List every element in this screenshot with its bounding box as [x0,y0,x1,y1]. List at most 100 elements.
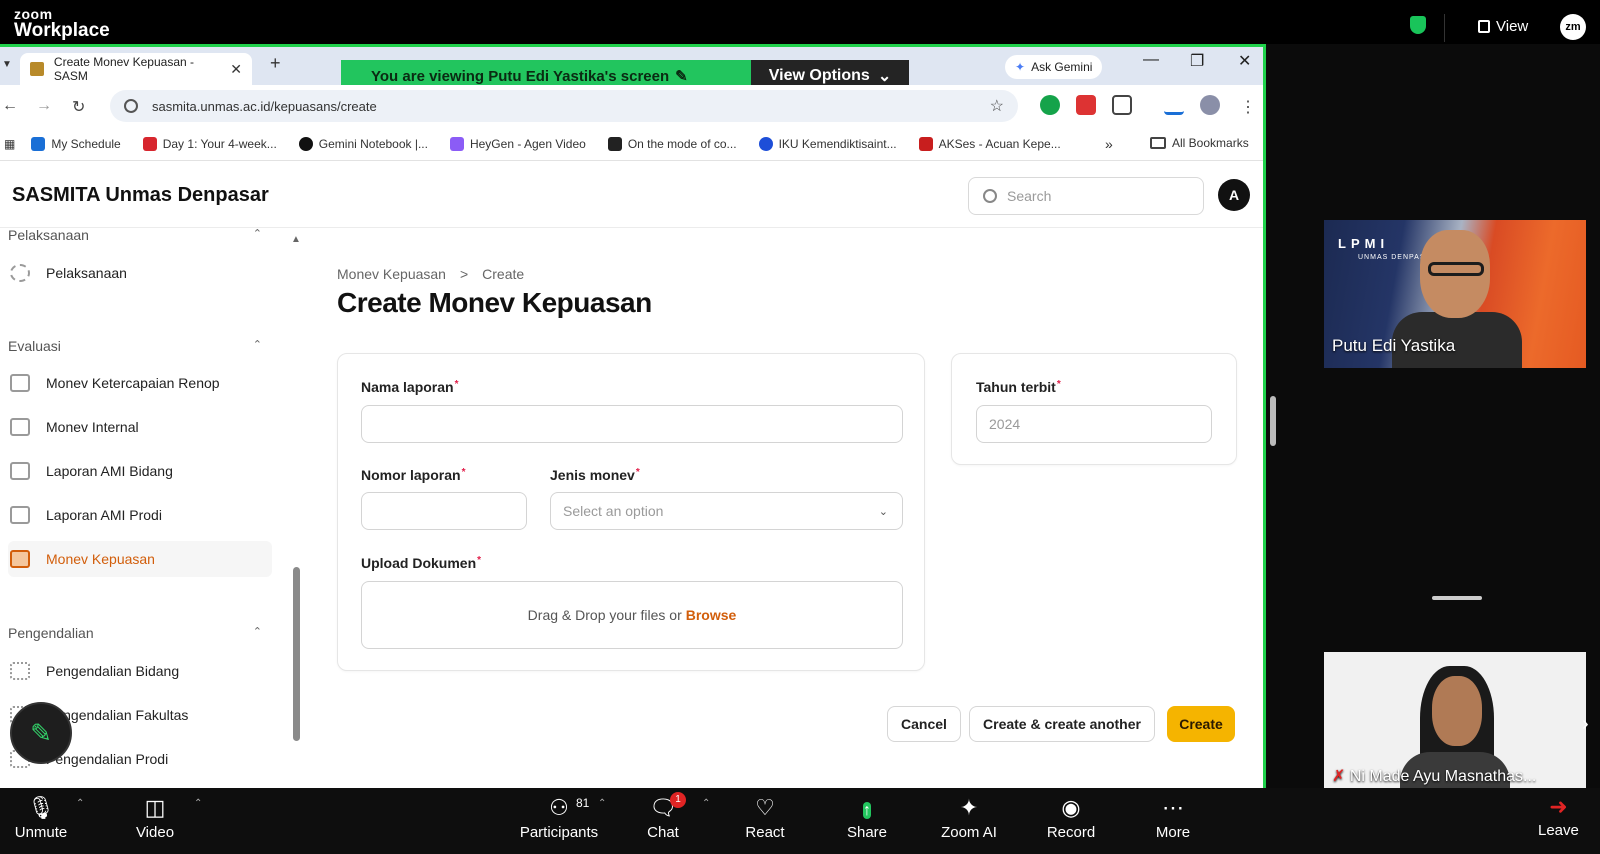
react-button[interactable]: ♡ React [720,794,810,841]
sidebar-item-pengendalian-bidang[interactable]: Pengendalian Bidang [8,653,272,689]
nama-laporan-input[interactable] [361,405,903,443]
kebab-menu-icon[interactable]: ⋮ [1240,97,1256,117]
breadcrumb-parent-link[interactable]: Monev Kepuasan [337,266,446,282]
jenis-monev-label: Jenis monev* [550,467,640,483]
participant-video-1[interactable]: LPMI UNMAS DENPASAR Putu Edi Yastika [1324,220,1586,368]
restore-icon[interactable]: ❐ [1190,51,1204,71]
grammarly-icon[interactable] [1040,95,1060,115]
view-button[interactable]: View [1478,18,1528,35]
browser-tab-active[interactable]: Create Monev Kepuasan - SASM ✕ [20,53,252,85]
participants-button[interactable]: ⚇ 81 Participants ⌃ [514,794,607,841]
progress-icon [10,264,30,282]
site-favicon-icon [30,62,44,76]
new-tab-icon[interactable]: + [270,53,281,74]
zoom-avatar[interactable]: zm [1560,14,1586,40]
more-button[interactable]: ⋯ More [1128,794,1218,841]
sidebar-item-monev-kepuasan[interactable]: Monev Kepuasan [8,541,272,577]
breadcrumb: Monev Kepuasan > Create [337,266,524,282]
minimize-icon[interactable]: — [1143,51,1159,69]
create-button[interactable]: Create [1167,706,1235,742]
sidebar-item-monev-internal[interactable]: Monev Internal [8,409,272,445]
shared-screen: ▼ Create Monev Kepuasan - SASM ✕ + ✦ Ask… [0,44,1266,796]
tahun-terbit-input[interactable]: 2024 [976,405,1212,443]
ask-gemini-button[interactable]: ✦ Ask Gemini [1005,55,1103,79]
sidebar-group-evaluasi[interactable]: Evaluasi ⌃ [8,338,262,354]
download-icon[interactable] [1164,95,1184,115]
site-info-icon[interactable] [124,99,138,113]
chevron-up-icon[interactable]: ⌃ [194,798,202,809]
more-dots-icon: ⋯ [1162,795,1184,820]
chevron-up-icon[interactable]: ⌃ [702,798,710,809]
participant-video-2[interactable]: ✗ Ni Made Ayu Masnathas... [1324,652,1586,800]
search-placeholder: Search [1007,188,1052,204]
bookmarks-bar: ▦ My Schedule Day 1: Your 4-week... Gemi… [0,127,1263,161]
more-bookmarks-icon[interactable]: » [1105,136,1113,152]
gemini-sparkle-icon: ✦ [1015,60,1026,74]
share-button[interactable]: ↑ Share [822,794,912,841]
annotate-pen-icon[interactable]: ✎ [10,702,72,764]
sidebar-scrollbar[interactable] [293,567,300,741]
apps-grid-icon[interactable]: ▦ [4,137,15,151]
puzzle-icon[interactable] [1112,95,1132,115]
building-icon [10,506,30,524]
search-input[interactable]: Search [968,177,1204,215]
bookmark-item[interactable]: My Schedule [31,136,121,151]
ai-sparkle-icon: ✦ [959,795,979,820]
file-dropzone[interactable]: Drag & Drop your files or Browse [361,581,903,649]
all-bookmarks-button[interactable]: All Bookmarks [1150,136,1249,150]
chevron-down-icon: ⌄ [877,68,892,85]
sidebar-item-monev-ketercapaian-renop[interactable]: Monev Ketercapaian Renop [8,365,272,401]
chevron-up-icon: ⌃ [252,229,262,240]
profile-icon[interactable] [1200,95,1220,115]
user-avatar[interactable]: A [1218,179,1250,211]
sidebar-group-pengendalian[interactable]: Pengendalian ⌃ [8,625,262,641]
bookmark-item[interactable]: AKSes - Acuan Kepe... [918,136,1061,151]
nomor-laporan-input[interactable] [361,492,527,530]
chat-button[interactable]: 🗨 1 Chat ⌃ [618,792,710,841]
close-tab-icon[interactable]: ✕ [230,61,242,78]
browse-link[interactable]: Browse [686,607,737,623]
bookmark-item[interactable]: IKU Kemendiktisaint... [758,136,897,151]
sidebar-item-laporan-ami-prodi[interactable]: Laporan AMI Prodi [8,497,272,533]
jenis-monev-select[interactable]: Select an option ⌄ [550,492,903,530]
document-chart-icon [10,550,30,568]
panel-resize-handle[interactable] [1432,596,1482,600]
record-button[interactable]: ◉ Record [1026,794,1116,841]
folder-icon [1150,137,1166,149]
create-another-button[interactable]: Create & create another [969,706,1155,742]
sidebar-item-pelaksanaan[interactable]: Pelaksanaan [8,255,272,291]
chevron-up-icon[interactable]: ⌃ [598,798,606,809]
bookmark-item[interactable]: Day 1: Your 4-week... [142,136,277,151]
security-shield-icon[interactable] [1410,16,1426,34]
chevron-up-icon[interactable]: ⌃ [76,798,84,809]
panel-scrollbar[interactable] [1270,396,1276,446]
sidebar-item-laporan-ami-bidang[interactable]: Laporan AMI Bidang [8,453,272,489]
back-icon[interactable]: ← [2,97,18,115]
zoom-logo-line2: Workplace [14,20,110,41]
forward-icon[interactable]: → [36,97,52,115]
cancel-button[interactable]: Cancel [887,706,961,742]
close-window-icon[interactable]: ✕ [1238,51,1251,71]
bookmark-item[interactable]: Gemini Notebook |... [298,136,428,151]
view-label: View [1496,18,1529,35]
unmute-button[interactable]: 🎙 Unmute ⌃ [0,794,86,841]
sidebar-group-pelaksanaan[interactable]: Pelaksanaan ⌃ [8,229,262,243]
video-button[interactable]: ◫ Video ⌃ [110,794,202,841]
bookmark-item[interactable]: HeyGen - Agen Video [449,136,586,151]
extension-icon[interactable] [1076,95,1096,115]
zoom-ai-button[interactable]: ✦ Zoom AI [924,794,1014,841]
bookmark-item[interactable]: On the mode of co... [607,136,737,151]
leave-button[interactable]: ➜ Leave [1538,794,1579,839]
tab-search-icon[interactable]: ▼ [2,59,12,70]
bar-chart-icon [10,418,30,436]
reload-icon[interactable]: ↻ [72,97,85,117]
bookmark-favicon-icon [298,136,313,151]
chevron-up-icon: ⌃ [252,626,262,638]
participants-icon: ⚇ [549,795,569,820]
bookmark-star-icon[interactable]: ☆ [990,96,1004,116]
url-field[interactable]: sasmita.unmas.ac.id/kepuasans/create ☆ [110,90,1018,122]
ask-gemini-label: Ask Gemini [1031,60,1093,74]
chevron-right-icon[interactable]: › [1582,713,1589,736]
scroll-up-icon[interactable]: ▲ [291,234,301,245]
app-brand[interactable]: SASMITA Unmas Denpasar [12,184,269,207]
